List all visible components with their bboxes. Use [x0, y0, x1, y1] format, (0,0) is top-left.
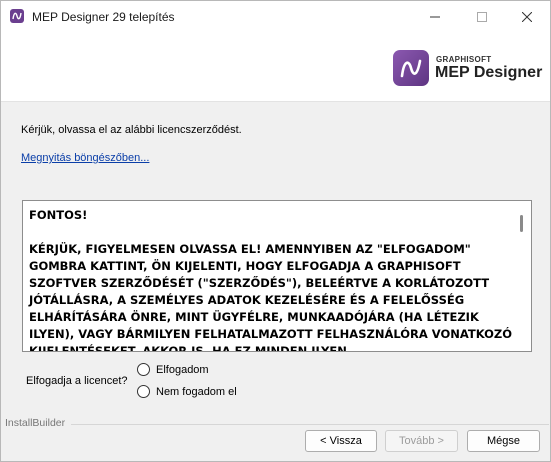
cancel-button[interactable]: Mégse: [467, 430, 540, 452]
mep-designer-logo-icon: [393, 50, 429, 86]
license-text: FONTOS! KÉRJÜK, FIGYELMESEN OLVASSA EL! …: [29, 208, 513, 352]
brand-product: MEP Designer: [435, 64, 543, 81]
minimize-icon: [430, 16, 440, 17]
title-bar: MEP Designer 29 telepítés: [1, 1, 550, 32]
decline-radio-label: Nem fogadom el: [156, 385, 237, 398]
accept-question: Elfogadja a licencet?: [26, 375, 128, 387]
decline-radio-option[interactable]: Nem fogadom el: [137, 385, 237, 398]
footer-divider: [71, 424, 549, 425]
logo-wave-icon: [400, 59, 422, 78]
app-logo-icon: [12, 12, 22, 20]
maximize-button[interactable]: [459, 1, 505, 32]
close-button[interactable]: [504, 1, 550, 32]
brand-company: GRAPHISOFT: [436, 55, 492, 64]
intro-text: Kérjük, olvassa el az alábbi licencszerz…: [21, 124, 242, 136]
back-button[interactable]: < Vissza: [305, 430, 377, 452]
next-button[interactable]: Tovább >: [385, 430, 458, 452]
installbuilder-label: InstallBuilder: [5, 417, 70, 429]
header-banner: GRAPHISOFT MEP Designer: [1, 32, 550, 102]
accept-radio-label: Elfogadom: [156, 363, 209, 376]
open-in-browser-link[interactable]: Megnyitás böngészőben...: [21, 152, 149, 164]
maximize-icon: [477, 11, 487, 22]
license-scrollbar-thumb[interactable]: [520, 215, 523, 232]
accept-radio-button[interactable]: [137, 363, 150, 376]
accept-radio-option[interactable]: Elfogadom: [137, 363, 209, 376]
close-icon: [522, 11, 532, 22]
decline-radio-button[interactable]: [137, 385, 150, 398]
app-icon: [10, 9, 24, 23]
minimize-button[interactable]: [412, 1, 458, 32]
license-text-area[interactable]: FONTOS! KÉRJÜK, FIGYELMESEN OLVASSA EL! …: [22, 200, 532, 352]
window-title: MEP Designer 29 telepítés: [32, 10, 175, 24]
installer-window: MEP Designer 29 telepítés GRAPHISOFT MEP…: [0, 0, 551, 462]
